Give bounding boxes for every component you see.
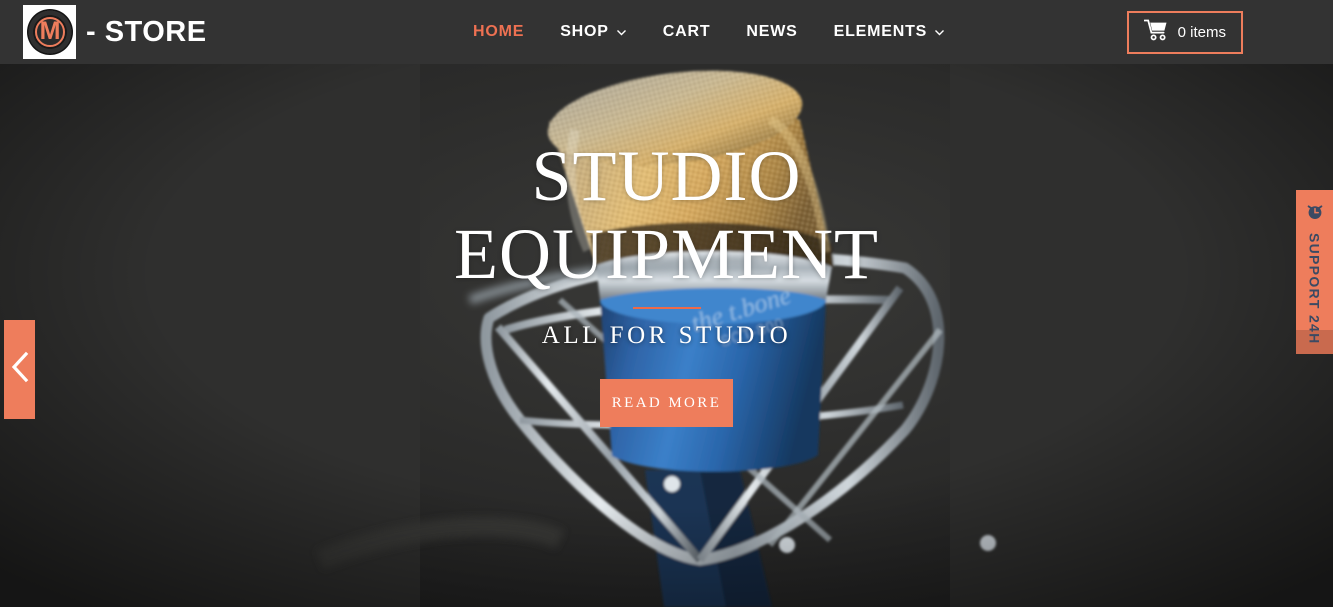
main-navigation: HOME SHOP CART NEWS ELEMENTS [455, 0, 963, 64]
cart-button[interactable]: 0 items [1126, 11, 1243, 54]
slider-prev-button[interactable] [4, 320, 35, 419]
microphone-photo: the t.bone SCT-800 [0, 64, 1333, 607]
support-tab-label: SUPPORT 24H [1306, 233, 1323, 345]
chevron-down-icon [616, 27, 627, 38]
nav-item-label: HOME [473, 23, 525, 40]
logo-letter: M [39, 16, 61, 45]
nav-item-label: CART [662, 23, 711, 40]
m-circle-logo-icon: M [23, 5, 76, 59]
chevron-down-icon [934, 27, 945, 38]
brand-title: - STORE [86, 15, 207, 48]
nav-item-label: ELEMENTS [833, 23, 928, 40]
nav-item-shop[interactable]: SHOP [542, 0, 645, 64]
nav-item-label: SHOP [560, 23, 609, 40]
shopping-cart-icon [1143, 19, 1169, 46]
brand-logo[interactable]: M - STORE [23, 5, 207, 59]
logo-circle: M [34, 16, 65, 47]
hero-background-image: the t.bone SCT-800 [0, 64, 1333, 607]
cart-count-label: 0 items [1177, 24, 1226, 41]
chevron-left-icon [10, 351, 29, 388]
nav-item-news[interactable]: NEWS [728, 0, 815, 64]
nav-item-label: NEWS [746, 23, 798, 40]
nav-item-home[interactable]: HOME [455, 0, 542, 64]
alarm-clock-icon [1306, 203, 1324, 226]
site-header: M - STORE HOME SHOP CART NEWS ELEMENTS 0… [0, 0, 1333, 64]
nav-item-elements[interactable]: ELEMENTS [816, 0, 964, 64]
support-tab[interactable]: SUPPORT 24H [1296, 190, 1333, 345]
nav-item-cart[interactable]: CART [645, 0, 729, 64]
page-root: the t.bone SCT-800 [0, 0, 1333, 607]
read-more-button[interactable]: READ MORE [600, 379, 733, 427]
hero-slider: the t.bone SCT-800 [0, 64, 1333, 607]
